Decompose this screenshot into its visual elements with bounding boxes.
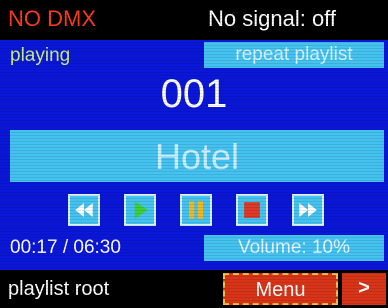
rewind-button[interactable] <box>68 194 100 226</box>
fast-forward-icon <box>299 203 317 217</box>
stop-button[interactable] <box>236 194 268 226</box>
next-button[interactable]: > <box>342 273 386 305</box>
next-button-label: > <box>358 277 370 299</box>
top-status-bar: NO DMX No signal: off <box>0 0 388 40</box>
track-number: 001 <box>160 72 228 116</box>
bottom-bar: playlist root Menu > <box>0 270 388 308</box>
volume-indicator[interactable]: Volume: 10% <box>204 235 384 261</box>
track-title-bar: Hotel <box>10 130 384 182</box>
signal-status: No signal: off <box>208 6 337 31</box>
stop-icon <box>244 202 260 218</box>
rewind-icon <box>75 203 93 217</box>
track-title: Hotel <box>154 136 240 177</box>
dmx-status: NO DMX <box>8 6 96 31</box>
menu-button[interactable]: Menu <box>223 273 338 305</box>
menu-button-label: Menu <box>255 279 306 301</box>
fast-forward-button[interactable] <box>292 194 324 226</box>
pause-icon <box>189 201 203 219</box>
repeat-mode-label: repeat playlist <box>235 44 353 65</box>
repeat-mode-badge: repeat playlist <box>204 42 384 68</box>
playback-state: playing <box>10 45 71 66</box>
player-screen: NO DMX No signal: off playing repeat pla… <box>0 0 388 308</box>
pause-button[interactable] <box>180 194 212 226</box>
play-icon <box>134 201 148 219</box>
volume-label: Volume: 10% <box>238 237 350 258</box>
context-label: playlist root <box>8 278 110 300</box>
play-button[interactable] <box>124 194 156 226</box>
time-readout: 00:17 / 06:30 <box>10 237 121 258</box>
